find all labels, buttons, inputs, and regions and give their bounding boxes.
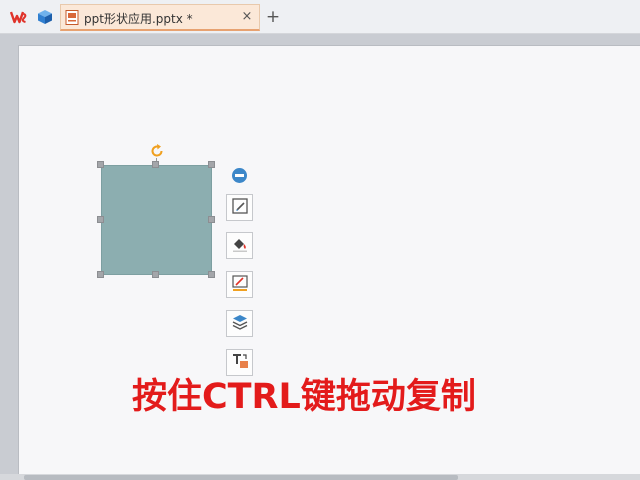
layers-icon [231, 313, 249, 335]
resize-handle-top-right[interactable] [208, 161, 215, 168]
outline-button[interactable] [226, 271, 253, 298]
arrange-layers-button[interactable] [226, 310, 253, 337]
tab-document[interactable]: ppt形状应用.pptx * × [60, 4, 260, 31]
scrollbar-thumb[interactable] [24, 475, 458, 480]
tab-bar: ppt形状应用.pptx * × + [0, 0, 640, 34]
resize-handle-right[interactable] [208, 216, 215, 223]
resize-handle-left[interactable] [97, 216, 104, 223]
resize-handle-top[interactable] [152, 161, 159, 168]
left-panel-strip [0, 34, 18, 480]
new-tab-button[interactable]: + [263, 7, 283, 27]
cube-icon[interactable] [34, 6, 56, 28]
collapse-toolbar-icon[interactable] [232, 168, 247, 183]
close-tab-icon[interactable]: × [239, 8, 255, 26]
resize-handle-bottom-left[interactable] [97, 271, 104, 278]
resize-handle-top-left[interactable] [97, 161, 104, 168]
resize-handle-bottom-right[interactable] [208, 271, 215, 278]
resize-handle-bottom[interactable] [152, 271, 159, 278]
instruction-caption: 按住CTRL键拖动复制 [132, 377, 476, 417]
presentation-file-icon [65, 10, 79, 29]
shape-style-button[interactable] [226, 194, 253, 221]
fill-bucket-icon [231, 235, 249, 257]
tab-title: ppt形状应用.pptx * [84, 12, 193, 26]
fill-color-button[interactable] [226, 232, 253, 259]
wps-logo-icon[interactable] [8, 6, 30, 28]
outline-pen-icon [231, 274, 249, 296]
rectangle-shape[interactable] [101, 165, 212, 275]
shape-style-icon [231, 197, 249, 219]
rotate-handle-icon[interactable] [148, 142, 166, 160]
